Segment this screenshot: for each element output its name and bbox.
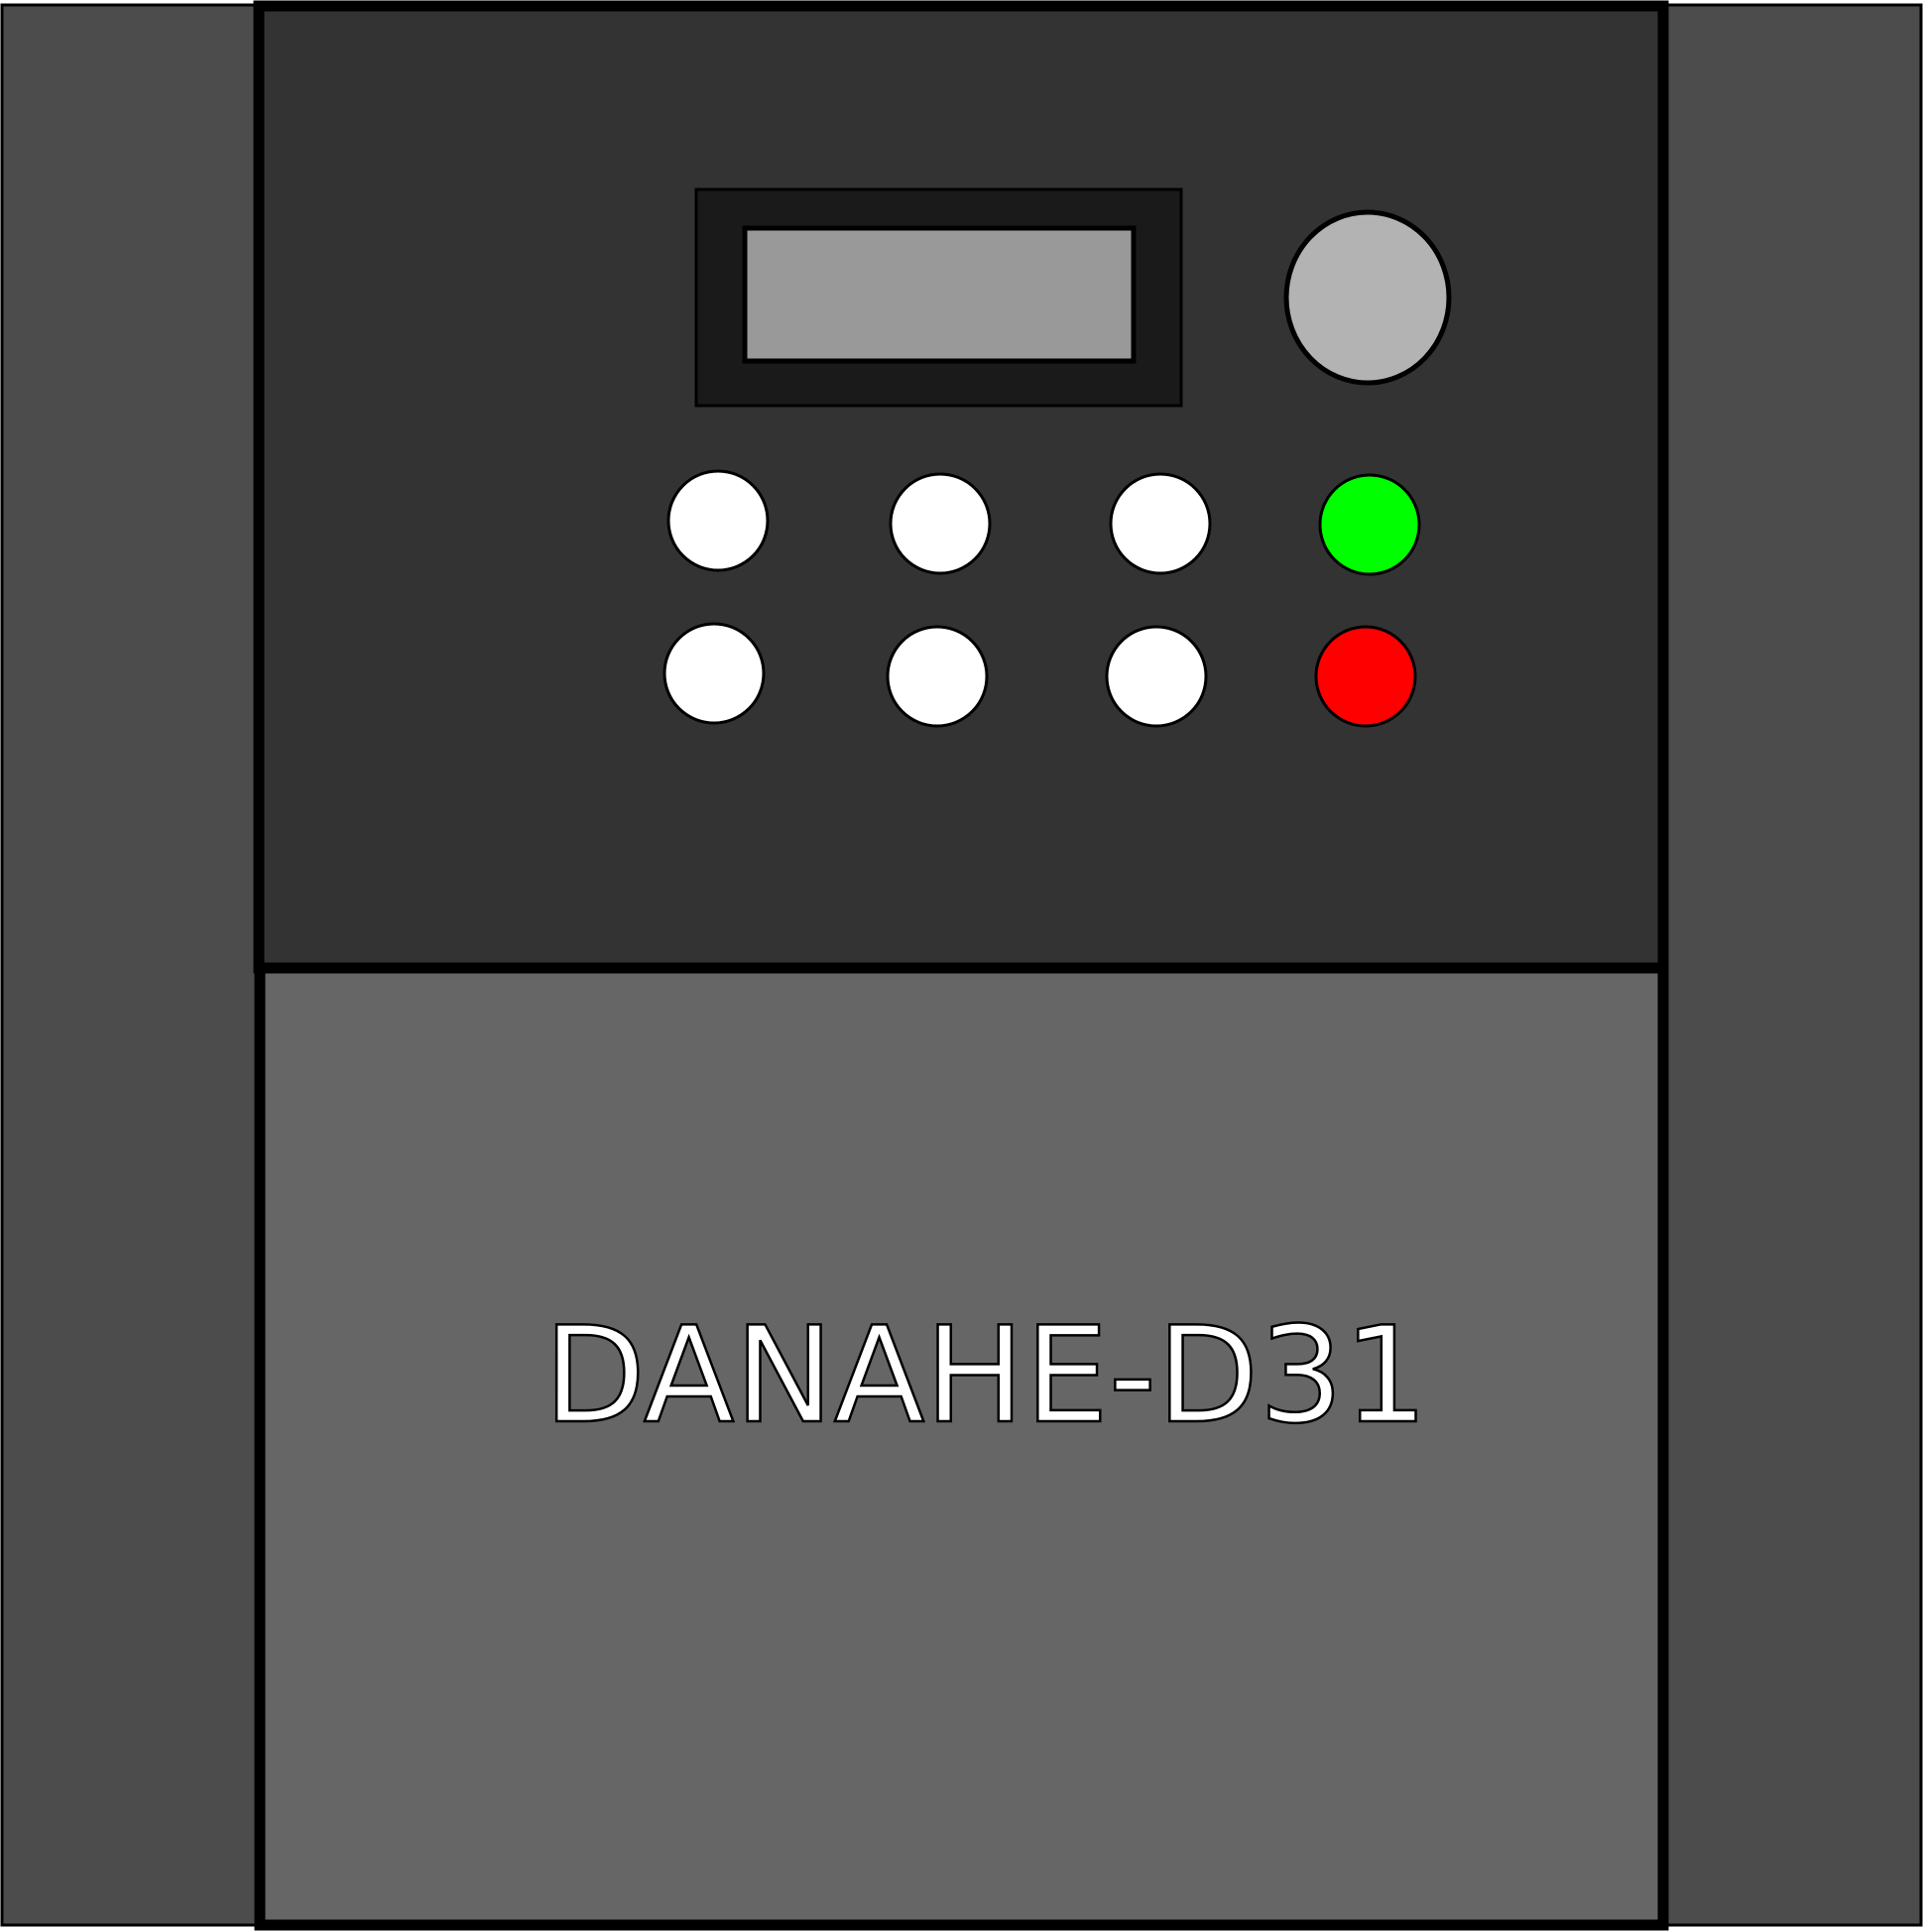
keypad-button-5[interactable]: [886, 625, 989, 728]
keypad-button-6[interactable]: [1105, 625, 1208, 728]
keypad-button-3[interactable]: [1109, 472, 1212, 575]
keypad-button-1[interactable]: [666, 469, 770, 572]
drive-unit: DANAHE-D31: [0, 0, 1923, 1931]
right-side-panel: [1660, 3, 1923, 1927]
start-button[interactable]: [1318, 473, 1421, 576]
left-side-panel: [0, 3, 262, 1927]
keypad-button-2[interactable]: [889, 472, 992, 575]
stop-button[interactable]: [1314, 625, 1417, 728]
keypad-button-4[interactable]: [662, 622, 766, 725]
model-label: DANAHE-D31: [543, 1298, 1428, 1453]
control-knob[interactable]: [1283, 209, 1452, 386]
display-screen: [742, 225, 1137, 364]
